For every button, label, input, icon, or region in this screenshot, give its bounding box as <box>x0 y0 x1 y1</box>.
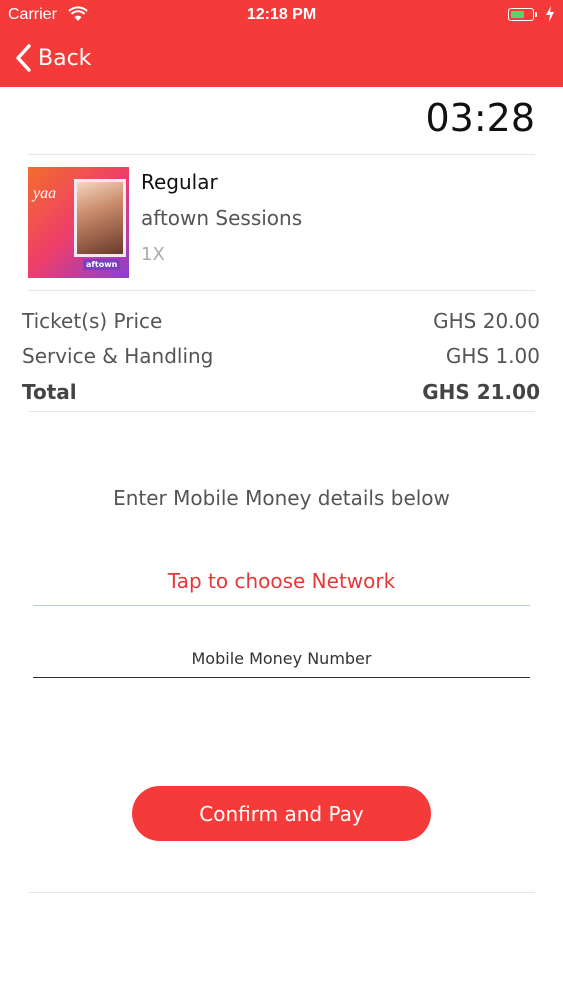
poster-title: yaa <box>33 185 57 202</box>
back-button[interactable]: Back <box>14 40 91 76</box>
network-select[interactable]: Tap to choose Network <box>33 569 530 606</box>
countdown-timer: 03:28 <box>425 96 535 140</box>
price-value: GHS 20.00 <box>433 309 540 333</box>
total-label: Total <box>22 380 77 404</box>
app-header: Carrier 12:18 PM Back <box>0 0 563 87</box>
price-row-service: Service & Handling GHS 1.00 <box>22 344 540 368</box>
battery-icon <box>508 8 534 21</box>
price-label: Ticket(s) Price <box>22 309 163 333</box>
clock: 12:18 PM <box>246 6 317 23</box>
ticket-info: Regular aftown Sessions 1X <box>141 170 302 265</box>
chevron-left-icon <box>16 44 31 72</box>
price-label: Service & Handling <box>22 344 214 368</box>
mobile-money-number-input[interactable] <box>33 640 530 678</box>
divider <box>28 290 535 291</box>
total-value: GHS 21.00 <box>422 380 540 404</box>
price-row-total: Total GHS 21.00 <box>22 380 540 404</box>
divider <box>28 892 535 893</box>
battery-level <box>510 10 524 18</box>
event-poster-image: yaa aftown <box>28 167 129 278</box>
divider <box>28 154 535 155</box>
poster-photo <box>74 179 126 257</box>
price-value: GHS 1.00 <box>445 344 540 368</box>
divider <box>28 411 535 412</box>
battery-tip <box>535 12 537 17</box>
event-name: aftown Sessions <box>141 206 303 230</box>
poster-logo: aftown <box>83 259 121 270</box>
charging-bolt-icon <box>546 6 554 22</box>
ticket-type: Regular <box>141 170 218 194</box>
confirm-and-pay-button[interactable]: Confirm and Pay <box>132 786 431 841</box>
status-bar: Carrier 12:18 PM <box>0 0 563 30</box>
price-row-ticket: Ticket(s) Price GHS 20.00 <box>22 309 540 333</box>
back-label: Back <box>38 45 92 71</box>
ticket-quantity: 1X <box>141 244 165 265</box>
payment-instruction: Enter Mobile Money details below <box>113 486 450 510</box>
